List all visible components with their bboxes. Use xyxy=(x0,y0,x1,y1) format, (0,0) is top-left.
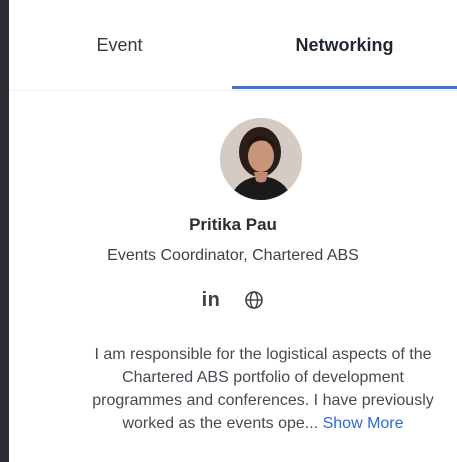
tab-bar: Event Networking xyxy=(9,0,457,91)
profile-card: Pritika Pau Events Coordinator, Chartere… xyxy=(9,91,457,462)
active-tab-indicator xyxy=(232,86,457,89)
bio-line: Chartered ABS portfolio of development xyxy=(122,369,404,386)
bio-line: I am responsible for the logistical aspe… xyxy=(94,346,432,363)
avatar xyxy=(220,118,302,200)
linkedin-icon[interactable]: in xyxy=(202,289,221,312)
profile-panel: Event Networking Pritika Pau Events Coor… xyxy=(9,0,457,462)
tab-networking[interactable]: Networking xyxy=(232,0,457,90)
show-more-link[interactable]: Show More xyxy=(323,415,404,432)
globe-icon[interactable] xyxy=(244,290,264,310)
bio-line-last: worked as the events ope... Show More xyxy=(53,412,457,435)
profile-name: Pritika Pau xyxy=(189,215,277,234)
avatar-photo xyxy=(220,118,302,200)
bio-line: programmes and conferences. I have previ… xyxy=(92,392,434,409)
bio-line-text: worked as the events ope... xyxy=(122,415,319,432)
social-links: in xyxy=(9,288,457,312)
tab-event[interactable]: Event xyxy=(9,0,230,90)
profile-bio: I am responsible for the logistical aspe… xyxy=(53,343,457,435)
profile-title: Events Coordinator, Chartered ABS xyxy=(107,247,359,264)
sidebar-edge xyxy=(0,0,9,462)
